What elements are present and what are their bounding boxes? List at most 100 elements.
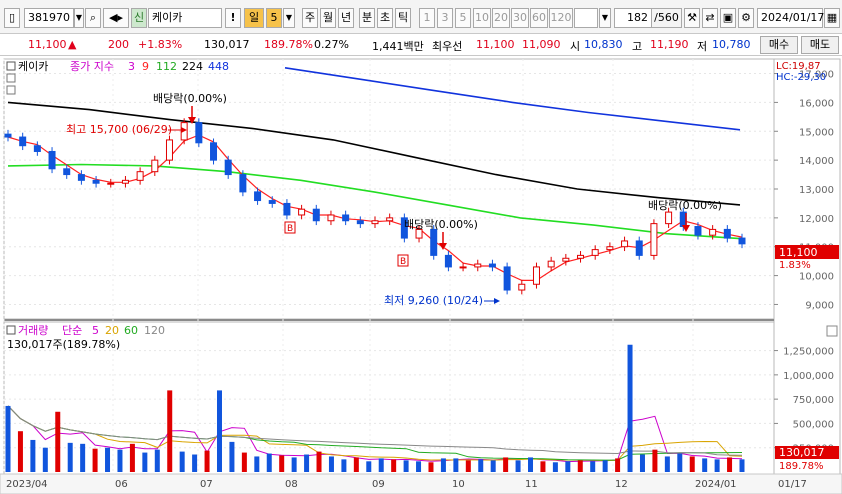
- stock-chart[interactable]: 9,00010,00011,00012,00013,00014,00015,00…: [0, 56, 842, 494]
- volume-pct: 189.78%: [264, 38, 313, 51]
- candle-body: [121, 179, 129, 184]
- vol-ma-5-label: 5: [92, 324, 99, 337]
- candle-body: [621, 240, 629, 248]
- interval-60[interactable]: 60: [530, 8, 548, 28]
- candle-body: [488, 263, 496, 268]
- tab-week[interactable]: 주: [302, 8, 318, 28]
- candle-body: [165, 139, 173, 161]
- volume-bar: [565, 461, 571, 472]
- volume-bar: [341, 459, 347, 472]
- dividend-annotation-3: 배당락(0.00%): [648, 199, 722, 212]
- volume-bar: [615, 458, 621, 472]
- price-legend-ma-label: 종가 지수: [70, 60, 114, 73]
- period-day-button[interactable]: 일: [244, 8, 264, 28]
- tab-year[interactable]: 년: [338, 8, 354, 28]
- volume-legend-name: 거래량: [18, 324, 48, 337]
- tab-month[interactable]: 월: [320, 8, 336, 28]
- quote-bar: 11,100 ▲ 200 +1.83% 130,017 189.78% 0.27…: [0, 34, 842, 56]
- volume-bar: [503, 457, 509, 472]
- interval-dropdown-icon[interactable]: ▼: [599, 8, 611, 28]
- volume-bar: [142, 452, 148, 472]
- volume-value-label: 130,017주(189.78%): [7, 338, 120, 351]
- volume-settings-icon[interactable]: [826, 325, 838, 337]
- candle-body: [532, 266, 540, 285]
- code-dropdown-icon[interactable]: ▼: [74, 8, 84, 28]
- volume-bar: [528, 457, 534, 472]
- candle-body: [224, 159, 232, 176]
- save-icon[interactable]: ▣: [720, 8, 736, 28]
- period-dropdown-icon[interactable]: ▼: [283, 8, 295, 28]
- candle-body: [356, 220, 364, 225]
- period-n-field[interactable]: 5: [266, 8, 282, 28]
- volume-bar: [515, 460, 521, 472]
- volume-bar: [266, 453, 272, 472]
- volume-bar: [702, 458, 708, 472]
- volume-bar: [304, 454, 310, 472]
- volume-pct-tag-label: 189.78%: [779, 461, 824, 472]
- candle-body: [577, 254, 585, 259]
- candle-body: [738, 237, 746, 245]
- stock-name-field[interactable]: 케이카: [148, 8, 222, 28]
- toggle-icon[interactable]: ⇄: [702, 8, 718, 28]
- interval-5[interactable]: 5: [455, 8, 471, 28]
- chart-type-icon[interactable]: ▯: [4, 8, 20, 28]
- volume-legend-ma-label: 단순: [62, 324, 82, 337]
- bar-count-field[interactable]: 182: [614, 8, 652, 28]
- calendar-icon[interactable]: ▦: [824, 8, 840, 28]
- sell-button[interactable]: 매도: [801, 36, 839, 54]
- search-icon[interactable]: ⌕: [85, 8, 101, 28]
- tools-icon[interactable]: ⚒: [684, 8, 700, 28]
- hc-label: HC:-29,30: [776, 72, 826, 83]
- interval-20[interactable]: 20: [492, 8, 510, 28]
- tab-minute[interactable]: 분: [359, 8, 375, 28]
- x-tick-label: 06: [115, 479, 128, 490]
- interval-custom-field[interactable]: [574, 8, 598, 28]
- volume-bar: [627, 344, 633, 472]
- gear-icon[interactable]: ⚙: [738, 8, 754, 28]
- volume-bar: [328, 456, 334, 472]
- candle-body: [709, 228, 717, 236]
- stock-code-input[interactable]: 381970: [24, 8, 74, 28]
- volume-bar: [42, 447, 48, 472]
- tab-second[interactable]: 초: [377, 8, 393, 28]
- prev-next-icon[interactable]: ◀▸: [103, 8, 129, 28]
- candle-body: [459, 266, 467, 269]
- x-tick-label: 09: [372, 479, 385, 490]
- volume-bar: [229, 441, 235, 472]
- candle-body: [386, 217, 394, 222]
- interval-30[interactable]: 30: [511, 8, 529, 28]
- volume-bar: [490, 460, 496, 472]
- volume-bar: [577, 460, 583, 472]
- interval-1[interactable]: 1: [419, 8, 435, 28]
- volume-bar: [590, 461, 596, 472]
- interval-10[interactable]: 10: [473, 8, 491, 28]
- interval-120[interactable]: 120: [549, 8, 573, 28]
- alert-button[interactable]: !: [225, 8, 241, 28]
- volume-bar: [391, 459, 397, 472]
- candle-body: [107, 182, 115, 185]
- volume-bar: [689, 456, 695, 472]
- candle-body: [694, 226, 702, 236]
- buy-button[interactable]: 매수: [760, 36, 798, 54]
- volume-bar: [92, 448, 98, 472]
- x-tick-label: 10: [452, 479, 465, 490]
- b-marker-1-label: B: [287, 224, 293, 234]
- tab-tick[interactable]: 틱: [395, 8, 411, 28]
- volume-bar: [216, 390, 222, 472]
- interval-3[interactable]: 3: [437, 8, 453, 28]
- candle-body: [92, 179, 100, 184]
- candle-body: [19, 136, 27, 147]
- high-label: 고: [632, 40, 643, 53]
- date-field[interactable]: 2024/01/17: [757, 8, 824, 28]
- volume-bar: [17, 431, 23, 472]
- volume-bar: [80, 443, 86, 472]
- candle-body: [606, 246, 614, 251]
- candle-body: [547, 260, 555, 268]
- candle-body: [591, 249, 599, 256]
- vol-ma-20-label: 20: [105, 324, 119, 337]
- dividend-annotation-1: 배당락(0.00%): [153, 92, 227, 105]
- candle-body: [562, 257, 570, 262]
- volume-bar: [105, 447, 111, 472]
- volume-bar: [154, 449, 160, 472]
- bid-price: 11,090: [522, 38, 561, 51]
